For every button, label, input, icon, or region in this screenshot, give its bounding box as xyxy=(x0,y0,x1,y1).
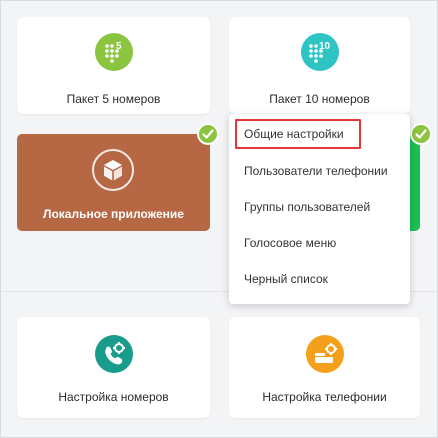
dialpad-5-icon: 5 xyxy=(94,33,133,71)
switchboard-gear-icon xyxy=(305,335,344,373)
menu-item-blacklist[interactable]: Черный список xyxy=(244,272,328,286)
pack10-badge: 10 xyxy=(319,41,331,52)
local-application-card[interactable]: Локальное приложение xyxy=(17,134,210,231)
pack5-badge: 5 xyxy=(116,41,122,52)
package-5-label: Пакет 5 номеров xyxy=(66,92,161,106)
telephony-settings-label: Настройка телефонии xyxy=(262,390,387,404)
local-application-label: Локальное приложение xyxy=(43,207,184,221)
dialpad-10-icon: 10 xyxy=(300,33,339,71)
installed-check-icon-2 xyxy=(410,123,432,145)
menu-item-general-settings[interactable]: Общие настройки xyxy=(244,127,344,141)
menu-item-user-groups[interactable]: Группы пользователей xyxy=(244,200,370,214)
package-5-numbers-card[interactable]: 5 Пакет 5 номеров xyxy=(17,17,210,114)
number-settings-label: Настройка номеров xyxy=(58,390,169,404)
installed-check-icon xyxy=(197,123,219,145)
package-10-label: Пакет 10 номеров xyxy=(269,92,370,106)
package-10-numbers-card[interactable]: 10 Пакет 10 номеров xyxy=(229,17,410,114)
app-grid: 5 Пакет 5 номеров 10 Пакет 10 номеров Ло… xyxy=(0,0,438,438)
phone-gear-icon xyxy=(94,335,133,373)
number-settings-card[interactable]: Настройка номеров xyxy=(17,317,210,418)
menu-item-telephony-users[interactable]: Пользователи телефонии xyxy=(244,164,388,178)
menu-item-voice-menu[interactable]: Голосовое меню xyxy=(244,236,336,250)
settings-dropdown-menu: Общие настройки Пользователи телефонии Г… xyxy=(229,114,410,304)
telephony-settings-card[interactable]: Настройка телефонии xyxy=(229,317,420,418)
box-icon xyxy=(92,149,134,191)
